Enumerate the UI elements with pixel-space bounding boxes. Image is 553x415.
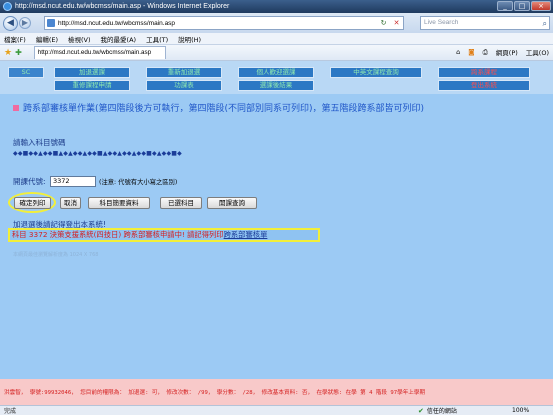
favorites-star-icon[interactable]: ★ bbox=[4, 48, 12, 58]
menu-help[interactable]: 說明(H) bbox=[178, 34, 201, 44]
menu-bar: 檔案(F) 編輯(E) 檢視(V) 我的最愛(A) 工具(T) 說明(H) bbox=[0, 33, 553, 45]
selected-courses-button[interactable]: 已選科目 bbox=[160, 197, 202, 209]
tab-current[interactable]: http://msd.ncut.edu.tw/wbcmss/main.asp bbox=[33, 46, 166, 59]
prompt-label: 請輸入科目號碼 bbox=[13, 138, 66, 147]
page-content: SC 加退選課 重新加退選 個人歡迎選課 中英文課程查詢 跨系課程 重修課程申請… bbox=[0, 61, 553, 405]
command-bar: ⌂ ◙ ⎙ 網頁(P) 工具(O) bbox=[456, 47, 549, 58]
menu-favorites[interactable]: 我的最愛(A) bbox=[101, 34, 137, 44]
address-field[interactable]: http://msd.ncut.edu.tw/wbcmss/main.asp ↻… bbox=[44, 16, 404, 30]
search-icon[interactable]: ⌕ bbox=[543, 18, 547, 30]
window-title: http://msd.ncut.edu.tw/wbcmss/main.asp -… bbox=[15, 3, 230, 10]
nav-add-drop[interactable]: 加退選課 bbox=[54, 67, 130, 78]
home-icon[interactable]: ⌂ bbox=[456, 48, 460, 56]
nav-readd[interactable]: 重新加退選 bbox=[146, 67, 222, 78]
resolution-note: 本網頁最佳瀏覽解析度為 1024 X 768 bbox=[13, 252, 99, 258]
heading-text: 跨系部審核單作業(第四階段後方可執行，第四階段(不同部別同系可列印)，第五階段跨… bbox=[23, 104, 425, 114]
menu-view[interactable]: 檢視(V) bbox=[68, 34, 91, 44]
code-label: 開課代號: bbox=[13, 177, 46, 186]
nav-sc[interactable]: SC bbox=[8, 67, 44, 78]
menu-edit[interactable]: 編輯(E) bbox=[36, 34, 58, 44]
refresh-icon[interactable]: ↻ bbox=[381, 19, 387, 27]
status-message-text: 科目 3372 決策支援系統(四技日) 跨系部審核申請中! 請記得列印 bbox=[12, 230, 224, 239]
menu-tools[interactable]: 工具(T) bbox=[146, 34, 168, 44]
nav-timetable[interactable]: 功課表 bbox=[146, 80, 222, 91]
code-pattern: ◆◆■◆◆▲◆◆■▲◆▲◆◆▲◆◆■▲◆◆▲◆◆▲◆◆■◆▲◆◆■◆ bbox=[13, 150, 182, 157]
status-done: 完成 bbox=[4, 408, 17, 415]
search-input[interactable]: Live Search ⌕ bbox=[420, 16, 550, 30]
course-query-button[interactable]: 開課查詢 bbox=[207, 197, 257, 209]
course-code-input[interactable]: 3372 bbox=[50, 176, 96, 187]
course-summary-button[interactable]: 科目簡要資料 bbox=[88, 197, 150, 209]
nav-logout[interactable]: 登出系統 bbox=[438, 80, 530, 91]
address-toolbar: ◀ ▶ http://msd.ncut.edu.tw/wbcmss/main.a… bbox=[0, 13, 553, 33]
maximize-button[interactable]: □ bbox=[514, 1, 530, 11]
window-controls: _ □ × bbox=[497, 1, 551, 11]
zone-label: 信任的網站 bbox=[426, 408, 457, 415]
print-icon[interactable]: ⎙ bbox=[483, 48, 488, 57]
code-note: (注意: 代號有大小寫之區別) bbox=[99, 179, 178, 186]
forward-arrow-icon[interactable]: ▶ bbox=[19, 17, 31, 29]
confirm-print-button[interactable]: 確定列印 bbox=[14, 197, 51, 209]
page-heading: 跨系部審核單作業(第四階段後方可執行，第四階段(不同部別同系可列印)，第五階段跨… bbox=[13, 101, 424, 114]
nav-retake[interactable]: 重修課程申請 bbox=[54, 80, 130, 91]
refresh-stop-group: ↻ ✕ bbox=[377, 17, 403, 29]
page-icon bbox=[47, 19, 55, 27]
nav-result[interactable]: 選課後結果 bbox=[238, 80, 314, 91]
favorites-bar: ★ ✚ http://msd.ncut.edu.tw/wbcmss/main.a… bbox=[0, 45, 553, 61]
status-message: 科目 3372 決策支援系統(四技日) 跨系部審核申請中! 請記得列印跨系部審核… bbox=[8, 228, 320, 242]
browser-status-bar: 完成 ✔ 信任的網站 100% bbox=[0, 405, 553, 415]
feeds-icon[interactable]: ◙ bbox=[468, 48, 474, 56]
nav-cross-dept[interactable]: 跨系課程 bbox=[438, 67, 530, 78]
back-arrow-icon[interactable]: ◀ bbox=[3, 15, 18, 31]
security-zone: ✔ 信任的網站 bbox=[418, 406, 457, 415]
menu-file[interactable]: 檔案(F) bbox=[4, 34, 26, 44]
heading-bullet-icon bbox=[13, 104, 19, 111]
page-menu-button[interactable]: 網頁(P) bbox=[496, 47, 518, 57]
window-titlebar: http://msd.ncut.edu.tw/wbcmss/main.asp -… bbox=[0, 0, 553, 13]
trusted-check-icon: ✔ bbox=[418, 406, 424, 415]
zoom-level[interactable]: 100% bbox=[512, 407, 529, 414]
search-placeholder: Live Search bbox=[424, 19, 459, 26]
student-status-bar: 洪雲智， 學號:99932046， 您目前的權限為： 加退選: 可， 修改次數：… bbox=[0, 379, 553, 405]
nav-course-query[interactable]: 中英文課程查詢 bbox=[330, 67, 422, 78]
minimize-button[interactable]: _ bbox=[497, 1, 513, 11]
nav-personal[interactable]: 個人歡迎選課 bbox=[238, 67, 314, 78]
add-favorite-icon[interactable]: ✚ bbox=[15, 48, 22, 57]
tools-menu-button[interactable]: 工具(O) bbox=[526, 47, 549, 57]
site-nav: SC 加退選課 重新加退選 個人歡迎選課 中英文課程查詢 跨系課程 重修課程申請… bbox=[0, 61, 553, 94]
stop-icon[interactable]: ✕ bbox=[394, 19, 400, 27]
address-url[interactable]: http://msd.ncut.edu.tw/wbcmss/main.asp bbox=[58, 20, 175, 27]
student-status-text: 洪雲智， 學號:99932046， 您目前的權限為： 加退選: 可， 修改次數：… bbox=[4, 390, 426, 396]
cancel-button[interactable]: 取消 bbox=[60, 197, 81, 209]
audit-form-link[interactable]: 跨系部審核單 bbox=[224, 230, 268, 239]
close-button[interactable]: × bbox=[531, 1, 551, 11]
ie-logo-icon bbox=[3, 2, 12, 11]
